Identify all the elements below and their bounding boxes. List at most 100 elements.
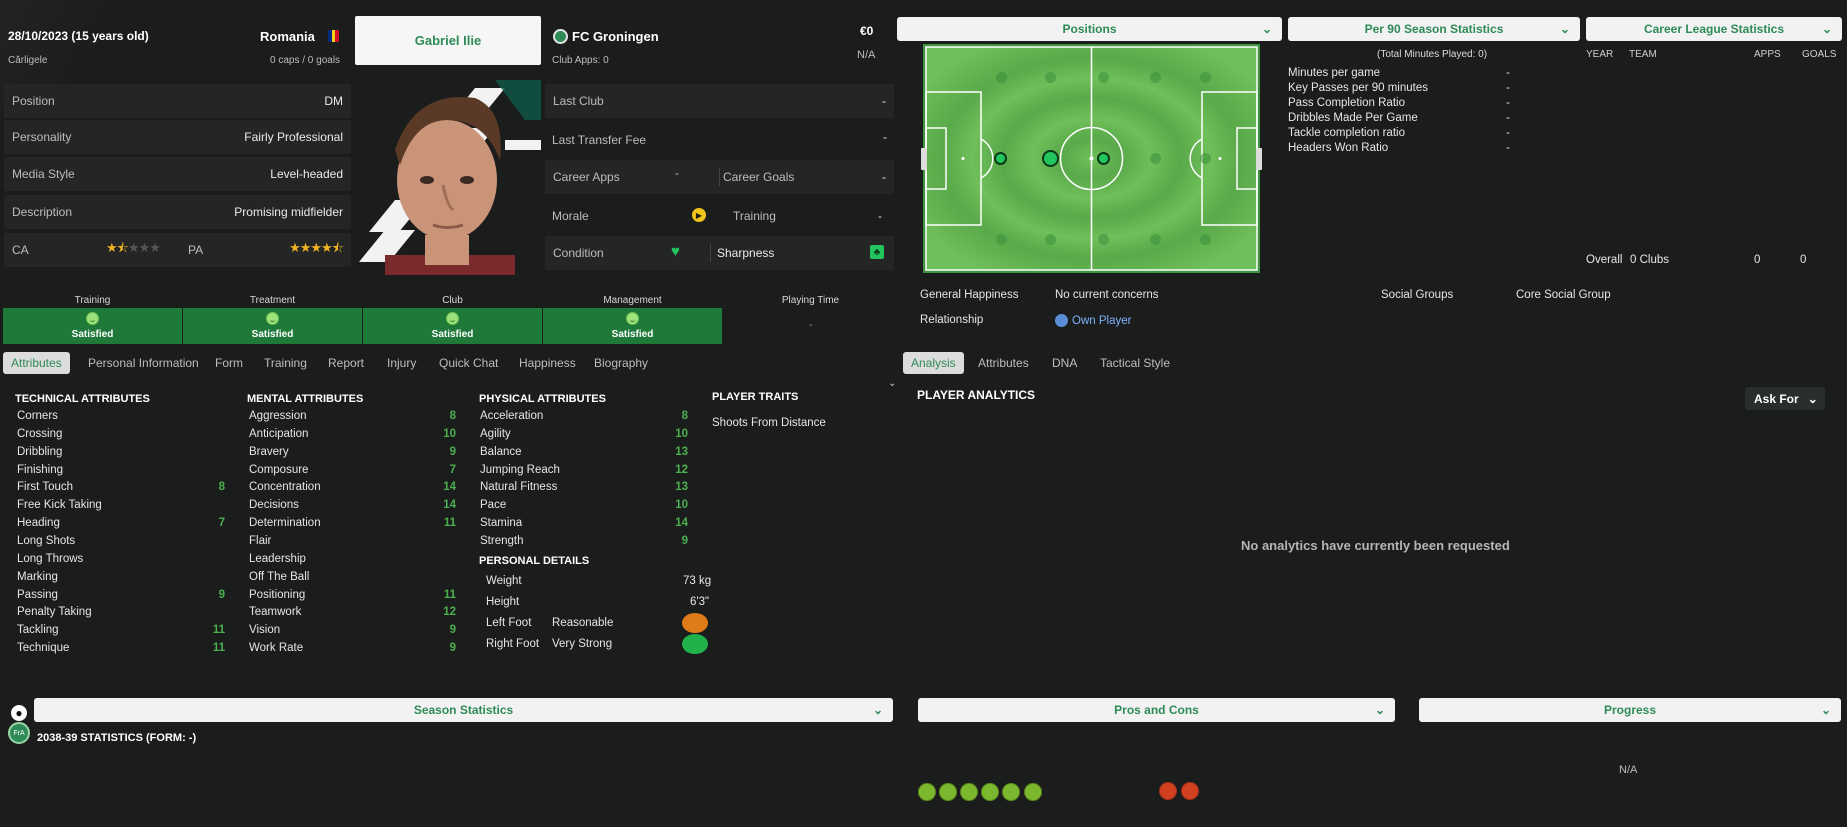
personality-row: Personality Fairly Professional (4, 120, 351, 154)
status-training[interactable]: Satisfied (3, 308, 182, 344)
position-dot (1045, 72, 1056, 83)
position-marker-mc (1097, 152, 1110, 165)
career-dropdown[interactable]: Career League Statistics ⌄ (1586, 17, 1842, 41)
mental-value: 9 (449, 642, 456, 654)
tab-right-attributes[interactable]: Attributes (970, 352, 1037, 374)
physical-attr: Agility (480, 428, 511, 440)
positions-dropdown[interactable]: Positions ⌄ (897, 17, 1282, 41)
technical-attr: Finishing (17, 464, 64, 476)
pro-cross-icon[interactable] (981, 783, 999, 801)
mental-value: 8 (449, 410, 456, 422)
condition-heart-icon: ♥ (671, 243, 680, 260)
mental-attr: Decisions (249, 499, 299, 511)
per90-dropdown[interactable]: Per 90 Season Statistics ⌄ (1288, 17, 1580, 41)
position-dot (1098, 234, 1109, 245)
chevron-down-icon: ⌄ (872, 703, 883, 717)
form-badge-text: FrA (13, 729, 25, 737)
smile-icon (86, 312, 99, 325)
technical-attr: Heading (17, 517, 60, 529)
tab-tactical-style[interactable]: Tactical Style (1092, 352, 1178, 374)
position-dot (1150, 234, 1161, 245)
weight-value: 73 kg (683, 575, 712, 587)
mental-value: 10 (443, 428, 456, 440)
per90-value: - (1506, 67, 1510, 79)
birth-date: 28/10/2023 (15 years old) (8, 29, 149, 43)
chevron-down-icon: ⌄ (1261, 22, 1272, 36)
smile-icon (446, 312, 459, 325)
mental-attr: Teamwork (249, 606, 302, 618)
club-apps: Club Apps: 0 (552, 55, 609, 66)
position-dot (1098, 72, 1109, 83)
mental-attr: Bravery (249, 446, 289, 458)
mental-attr: Leadership (249, 553, 306, 565)
progress-dropdown[interactable]: Progress ⌄ (1419, 698, 1841, 722)
condition-label: Condition (553, 246, 604, 260)
tab-injury[interactable]: Injury (379, 352, 424, 374)
tab-happiness[interactable]: Happiness (511, 352, 584, 374)
tab-biography[interactable]: Biography (586, 352, 656, 374)
tab-training[interactable]: Training (256, 352, 315, 374)
description-row: Description Promising midfielder (4, 195, 351, 229)
physical-heading: PHYSICAL ATTRIBUTES (479, 393, 606, 405)
right-foot-icon (682, 634, 708, 654)
tab-analysis[interactable]: Analysis (903, 352, 964, 374)
tab-personal-information[interactable]: Personal Information (80, 352, 207, 374)
caps-goals: 0 caps / 0 goals (270, 55, 341, 66)
status-club[interactable]: Satisfied (363, 308, 542, 344)
status-treatment[interactable]: Satisfied (183, 308, 362, 344)
pitch-left-handle[interactable] (921, 148, 927, 170)
technical-attr: Free Kick Taking (17, 499, 102, 511)
mental-attr: Composure (249, 464, 309, 476)
technical-value: 9 (218, 589, 225, 601)
mental-attr: Vision (249, 624, 281, 636)
player-name-card[interactable]: Gabriel Ilie (355, 16, 541, 65)
mental-attr: Work Rate (249, 642, 304, 654)
pros-cons-dropdown[interactable]: Pros and Cons ⌄ (918, 698, 1395, 722)
technical-value: 11 (212, 642, 225, 654)
chevron-down-icon[interactable]: ⌄ (888, 378, 896, 389)
pa-label: PA (188, 243, 204, 257)
physical-value: 12 (675, 464, 688, 476)
position-dot (1045, 234, 1056, 245)
club-name[interactable]: FC Groningen (572, 29, 659, 44)
media-style-label: Media Style (12, 167, 75, 181)
ask-for-button[interactable]: Ask For ⌄ (1745, 387, 1825, 410)
position-dot (1150, 153, 1161, 164)
tab-form[interactable]: Form (207, 352, 251, 374)
last-club-value: - (882, 94, 886, 108)
career-apps-value: - (675, 166, 679, 180)
positions-dropdown-label: Positions (1062, 22, 1117, 36)
tab-quick-chat[interactable]: Quick Chat (431, 352, 506, 374)
pro-hand-icon[interactable] (939, 783, 957, 801)
season-statistics-dropdown[interactable]: Season Statistics ⌄ (34, 698, 893, 722)
relationship-label: Relationship (920, 314, 984, 326)
pitch-right-handle[interactable] (1256, 148, 1262, 170)
tab-report[interactable]: Report (320, 352, 372, 374)
progress-value: N/A (1619, 764, 1638, 776)
mental-attr: Determination (249, 517, 321, 529)
status-management-label: Management (603, 295, 662, 306)
club-crest-icon (553, 29, 568, 44)
pro-feet-icon[interactable] (1002, 783, 1020, 801)
position-dot (1200, 234, 1211, 245)
sharpness-label: Sharpness (717, 246, 775, 260)
pro-trend-icon[interactable] (918, 783, 936, 801)
mental-value: 9 (449, 446, 456, 458)
physical-value: 10 (675, 428, 688, 440)
tab-dna[interactable]: DNA (1044, 352, 1085, 374)
total-minutes: (Total Minutes Played: 0) (1377, 49, 1488, 60)
status-management[interactable]: Satisfied (543, 308, 722, 344)
position-value: DM (324, 94, 343, 108)
con-hand-icon[interactable] (1159, 782, 1177, 800)
tab-attributes[interactable]: Attributes (3, 352, 70, 374)
pro-goal-icon[interactable] (1024, 783, 1042, 801)
training-status-label: Training (733, 209, 776, 223)
divider (710, 244, 711, 262)
personality-label: Personality (12, 130, 72, 144)
pro-boot-icon[interactable] (960, 783, 978, 801)
nationality[interactable]: Romania (260, 29, 315, 44)
description-value: Promising midfielder (234, 205, 343, 219)
mental-value: 14 (443, 499, 456, 511)
con-star-icon[interactable] (1181, 782, 1199, 800)
relationship-value[interactable]: Own Player (1072, 315, 1131, 327)
